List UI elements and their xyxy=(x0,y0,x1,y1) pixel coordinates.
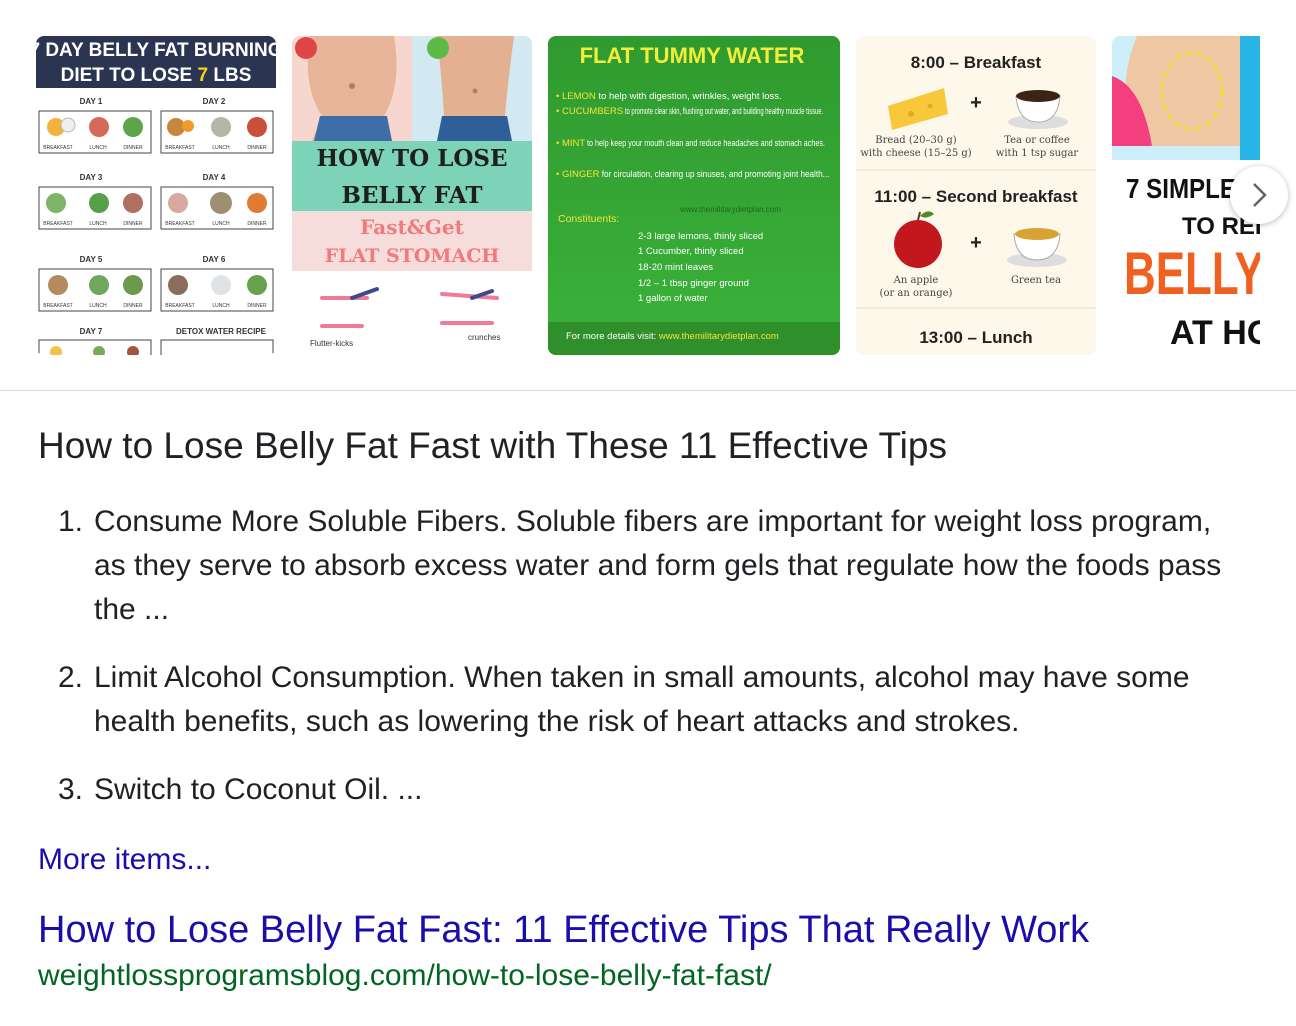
simple-line4: AT HOM xyxy=(1170,314,1260,352)
list-item: 3. Switch to Coconut Oil. ... xyxy=(38,768,1238,812)
plus-sign: + xyxy=(970,92,982,114)
image-carousel: 7 DAY BELLY FAT BURNING DIET TO LOSE 7 L… xyxy=(0,0,1296,390)
simple-line3: BELLY xyxy=(1124,240,1260,307)
list-item-text: Limit Alcohol Consumption. When taken in… xyxy=(94,661,1190,738)
day-label: DAY 3 xyxy=(80,173,103,182)
svg-text:with 1 tsp sugar: with 1 tsp sugar xyxy=(996,148,1079,159)
image-thumb-belly-fat[interactable]: HOW TO LOSE BELLY FAT Fast&Get FLAT STOM… xyxy=(292,36,532,355)
svg-text:An apple: An apple xyxy=(893,275,939,286)
svg-text:1/2 – 1 tbsp ginger ground: 1/2 – 1 tbsp ginger ground xyxy=(638,278,749,289)
divider xyxy=(0,390,1296,391)
meal-label: BREAKFAST xyxy=(165,145,194,151)
svg-text:• CUCUMBERS to promote clear s: • CUCUMBERS to promote clear skin, flush… xyxy=(556,106,823,117)
lunch-time: 13:00 – Lunch xyxy=(919,328,1032,347)
second-breakfast-time: 11:00 – Second breakfast xyxy=(874,187,1078,206)
meal-label: LUNCH xyxy=(212,221,230,227)
image-thumb-meal-schedule[interactable]: 8:00 – Breakfast 11:00 – Second breakfas… xyxy=(856,36,1096,355)
day-label: DAY 4 xyxy=(203,173,226,182)
caption-crunches: crunches xyxy=(468,333,500,342)
svg-text:• LEMON to help with digestion: • LEMON to help with digestion, wrinkles… xyxy=(556,91,782,102)
meal-label: DINNER xyxy=(123,221,143,227)
svg-text:Tea or coffee: Tea or coffee xyxy=(1004,135,1070,146)
day-label: DAY 2 xyxy=(203,97,226,106)
diet-title-line2: DIET TO LOSE 7 LBS xyxy=(61,65,252,86)
bullet-text-cucumbers: to promote clear skin, flushing out wate… xyxy=(623,106,823,117)
day-label: DAY 5 xyxy=(80,255,103,264)
simple-line1: 7 SIMPLE xyxy=(1126,173,1236,204)
breakfast-time: 8:00 – Breakfast xyxy=(911,53,1042,72)
svg-text:2-3 large lemons, thinly slice: 2-3 large lemons, thinly sliced xyxy=(638,231,763,242)
list-number: 3. xyxy=(58,773,84,806)
belly-line3: Fast&Get xyxy=(360,215,464,239)
snippet-title: How to Lose Belly Fat Fast with These 11… xyxy=(38,425,947,466)
image-thumb-diet[interactable]: 7 DAY BELLY FAT BURNING DIET TO LOSE 7 L… xyxy=(36,36,276,355)
diet-plan-graphic: 7 DAY BELLY FAT BURNING DIET TO LOSE 7 L… xyxy=(36,36,276,355)
caption-flutter: Flutter-kicks xyxy=(310,339,353,348)
meal-label: DINNER xyxy=(247,303,267,309)
plus-sign: + xyxy=(970,232,982,254)
meal-label: BREAKFAST xyxy=(43,145,72,151)
meal-label: BREAKFAST xyxy=(43,221,72,227)
day-label: DAY 1 xyxy=(80,97,103,106)
meal-label: LUNCH xyxy=(212,303,230,309)
recipe-label: DETOX WATER RECIPE xyxy=(176,327,267,336)
list-item: 2. Limit Alcohol Consumption. When taken … xyxy=(38,656,1238,744)
list-item-text: Consume More Soluble Fibers. Soluble fib… xyxy=(94,505,1222,626)
water-heading: FLAT TUMMY WATER xyxy=(580,43,805,68)
svg-text:• MINT to help keep your mouth: • MINT to help keep your mouth clean and… xyxy=(556,138,825,149)
svg-text:(or an orange): (or an orange) xyxy=(880,288,953,299)
meal-label: LUNCH xyxy=(89,145,107,151)
belly-line1: HOW TO LOSE xyxy=(316,145,507,172)
svg-text:18-20 mint leaves: 18-20 mint leaves xyxy=(638,262,713,273)
carousel-next-button[interactable] xyxy=(1230,166,1288,224)
watermark: www.themilitarydietplan.com xyxy=(679,205,781,214)
belly-fat-graphic: HOW TO LOSE BELLY FAT Fast&Get FLAT STOM… xyxy=(292,36,532,355)
svg-text:1 gallon of water: 1 gallon of water xyxy=(638,293,708,304)
meal-label: BREAKFAST xyxy=(43,303,72,309)
meal-label: LUNCH xyxy=(89,303,107,309)
meal-label: BREAKFAST xyxy=(165,303,194,309)
tummy-water-graphic: FLAT TUMMY WATER • LEMON to help with di… xyxy=(548,36,840,355)
meal-label: DINNER xyxy=(247,145,267,151)
meal-label: LUNCH xyxy=(89,221,107,227)
svg-text:Bread (20–30 g): Bread (20–30 g) xyxy=(875,135,957,146)
svg-text:Green tea: Green tea xyxy=(1011,275,1061,286)
more-items-link[interactable]: More items... xyxy=(38,838,211,882)
svg-text:• GINGER for circulation, clea: • GINGER for circulation, clearing up si… xyxy=(556,169,829,180)
tips-list: 1. Consume More Soluble Fibers. Soluble f… xyxy=(38,500,1238,836)
constituents-label: Constituents: xyxy=(558,213,619,225)
carousel-track: 7 DAY BELLY FAT BURNING DIET TO LOSE 7 L… xyxy=(36,36,1260,355)
result-title-link[interactable]: How to Lose Belly Fat Fast: 11 Effective… xyxy=(38,906,1089,954)
list-item: 1. Consume More Soluble Fibers. Soluble f… xyxy=(38,500,1238,632)
list-number: 2. xyxy=(58,661,84,694)
meal-label: LUNCH xyxy=(212,145,230,151)
day-label: DAY 7 xyxy=(80,327,103,336)
list-number: 1. xyxy=(58,505,84,538)
svg-text:with cheese (15–25 g): with cheese (15–25 g) xyxy=(860,148,971,159)
image-thumb-tummy-water[interactable]: FLAT TUMMY WATER • LEMON to help with di… xyxy=(548,36,840,355)
day-label: DAY 6 xyxy=(203,255,226,264)
water-footer: For more details visit: www.themilitaryd… xyxy=(566,331,779,342)
list-item-text: Switch to Coconut Oil. ... xyxy=(94,773,423,806)
result-url: weightlossprogramsblog.com/how-to-lose-b… xyxy=(38,959,772,992)
meal-label: DINNER xyxy=(123,145,143,151)
meal-label: DINNER xyxy=(247,221,267,227)
meal-label: BREAKFAST xyxy=(165,221,194,227)
belly-line2: BELLY FAT xyxy=(342,182,483,209)
chevron-right-icon xyxy=(1253,183,1267,207)
belly-line4: FLAT STOMACH xyxy=(325,245,500,267)
svg-text:1 Cucumber, thinly sliced: 1 Cucumber, thinly sliced xyxy=(638,246,744,257)
diet-title-line1: 7 DAY BELLY FAT BURNING xyxy=(36,40,276,61)
featured-snippet-card: 7 DAY BELLY FAT BURNING DIET TO LOSE 7 L… xyxy=(0,0,1296,1026)
meal-label: DINNER xyxy=(123,303,143,309)
meal-schedule-graphic: 8:00 – Breakfast 11:00 – Second breakfas… xyxy=(856,36,1096,355)
